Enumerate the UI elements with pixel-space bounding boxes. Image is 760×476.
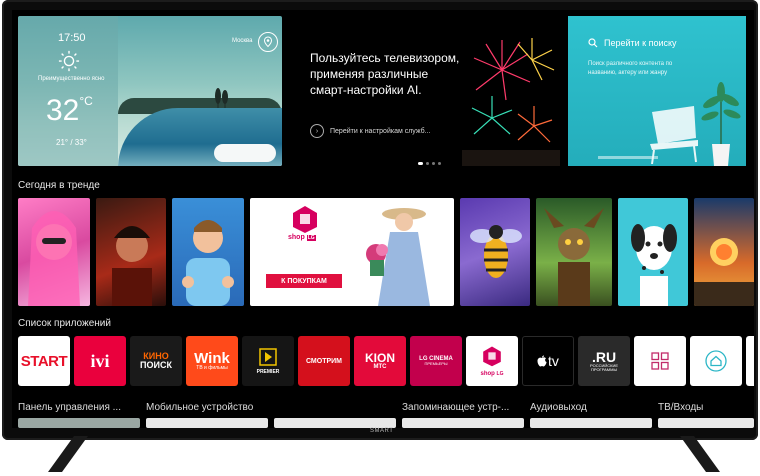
weather-action-bar[interactable]: [214, 144, 276, 162]
home-icon: [705, 350, 727, 372]
brand-label: SMART: [370, 428, 394, 434]
play-icon: [259, 347, 277, 366]
app-lg-shop[interactable]: shop LG: [466, 336, 518, 386]
app-ivi[interactable]: ivi: [74, 336, 126, 386]
app-home-dashboard[interactable]: [690, 336, 742, 386]
fireworks-image: [462, 38, 560, 166]
app-start[interactable]: START: [18, 336, 70, 386]
bottom-label-control-panel: Панель управления ...: [18, 402, 121, 413]
search-icon: [588, 38, 598, 48]
weather-condition: Преимущественно ясно: [38, 76, 105, 82]
search-title-label: Перейти к поиску: [604, 38, 677, 48]
shop-banner[interactable]: shop LG К ПОКУПКАМ: [250, 198, 454, 306]
tv-screen: 17:50 Преимущественно ясно 32°C 21° / 33…: [12, 10, 754, 428]
plant-image: [701, 82, 741, 166]
temperature-unit: °C: [79, 94, 93, 108]
bottom-label-inputs: ТВ/Входы: [658, 402, 704, 413]
temperature-value: 32: [46, 94, 80, 127]
app-wink[interactable]: Wink ТВ и фильмы: [186, 336, 238, 386]
ai-promo-card[interactable]: Пользуйтесь телевизором, применяя различ…: [290, 16, 560, 166]
storage-device-tile[interactable]: [402, 418, 524, 428]
bottom-label-audio: Аудиовыход: [530, 402, 587, 413]
trending-tile[interactable]: [694, 198, 754, 306]
bottom-label-storage: Запоминающее устр-...: [402, 402, 510, 413]
bottom-label-mobile: Мобильное устройство: [146, 402, 254, 413]
arrow-right-icon: ›: [310, 124, 324, 138]
trending-title: Сегодня в тренде: [18, 180, 100, 191]
app-apps-grid[interactable]: [634, 336, 686, 386]
carousel-dots[interactable]: [418, 162, 441, 165]
app-apple-tv[interactable]: tv: [522, 336, 574, 386]
shop-logo-text: shop LG: [288, 234, 316, 241]
app-kion[interactable]: KION МТС: [354, 336, 406, 386]
weather-range: 21° / 33°: [56, 138, 87, 147]
weather-temperature: 32°C: [46, 94, 93, 128]
tv-stand-right: [680, 436, 720, 472]
tv-stand-left: [48, 436, 88, 472]
search-card[interactable]: Перейти к поиску Поиск различного контен…: [568, 16, 746, 166]
mobile-device-tile[interactable]: [146, 418, 268, 428]
sun-icon: [58, 50, 80, 72]
tv-inputs-tile[interactable]: [658, 418, 754, 428]
app-premier[interactable]: PREMIER: [242, 336, 294, 386]
trending-tile[interactable]: [618, 198, 688, 306]
apple-icon: [537, 355, 547, 367]
trending-tile[interactable]: [536, 198, 612, 306]
trending-tile[interactable]: [460, 198, 530, 306]
control-panel-tile[interactable]: [18, 418, 140, 428]
app-partial[interactable]: [746, 336, 754, 386]
search-description: Поиск различного контента по названию, а…: [588, 61, 673, 76]
audio-output-tile[interactable]: [530, 418, 652, 428]
promo-link-label: Перейти к настройкам служб...: [330, 127, 431, 135]
location-pin-icon[interactable]: [258, 32, 278, 52]
unlabeled-tile[interactable]: [274, 418, 396, 428]
tree-icon: [215, 88, 228, 108]
trending-tile[interactable]: [172, 198, 244, 306]
shopping-woman-image: [366, 208, 430, 306]
bottom-quick-settings: Панель управления ... Мобильное устройст…: [12, 402, 754, 428]
promo-headline: Пользуйтесь телевизором, применяя различ…: [310, 51, 460, 97]
weather-time: 17:50: [58, 32, 86, 44]
app-lg-cinema[interactable]: LG CINEMA ПРЕМЬЕРЫ: [410, 336, 462, 386]
shop-now-button[interactable]: К ПОКУПКАМ: [266, 274, 342, 288]
app-smotrim[interactable]: СМОТРИМ: [298, 336, 350, 386]
apps-title: Список приложений: [18, 318, 111, 329]
shop-logo-icon: [293, 206, 317, 233]
chair-image: [650, 106, 698, 164]
trending-row: shop LG К ПОКУПКАМ: [12, 198, 754, 306]
tv-frame: 17:50 Преимущественно ясно 32°C 21° / 33…: [2, 0, 758, 440]
promo-link[interactable]: › Перейти к настройкам служб...: [310, 124, 431, 138]
app-ru-programs[interactable]: .RU РОССИЙСКИЕ ПРОГРАММЫ: [578, 336, 630, 386]
trending-tile[interactable]: [96, 198, 166, 306]
trending-tile[interactable]: [18, 198, 90, 306]
weather-card[interactable]: 17:50 Преимущественно ясно 32°C 21° / 33…: [18, 16, 282, 166]
shop-icon: [483, 346, 501, 367]
app-kinopoisk[interactable]: КИНО ПОИСК: [130, 336, 182, 386]
search-title: Перейти к поиску: [588, 38, 677, 48]
app-list: START ivi КИНО ПОИСК Wink ТВ и фильмы PREM…: [12, 336, 754, 386]
grid-icon: [651, 352, 669, 370]
weather-city: Москва: [232, 38, 253, 44]
